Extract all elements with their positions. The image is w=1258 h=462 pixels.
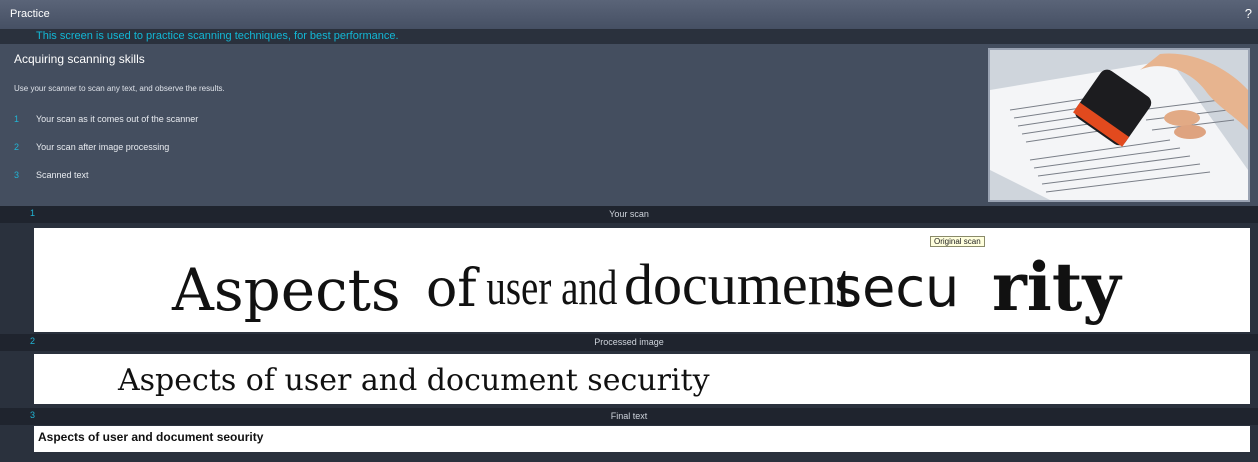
section-header-final: 3 Final text bbox=[0, 408, 1258, 425]
section-label: Processed image bbox=[594, 337, 664, 347]
info-panel: Acquiring scanning skills Use your scann… bbox=[0, 44, 1258, 206]
original-scan-tooltip: Original scan bbox=[930, 236, 985, 247]
step-item: 1 Your scan as it comes out of the scanne… bbox=[14, 114, 198, 124]
window-title: Practice bbox=[10, 8, 50, 20]
scan-word: document bbox=[624, 252, 853, 317]
original-scan-view: Aspects of user and document secu rity O… bbox=[34, 228, 1250, 332]
step-label: Your scan after image processing bbox=[36, 142, 170, 152]
section-header-scan: 1 Your scan bbox=[0, 206, 1258, 223]
processed-image-view: Aspects of user and document security bbox=[34, 354, 1250, 404]
title-bar: Practice ? bbox=[0, 0, 1258, 30]
subtitle-text: This screen is used to practice scanning… bbox=[36, 30, 399, 42]
step-label: Your scan as it comes out of the scanner bbox=[36, 114, 199, 124]
scan-word: secu bbox=[834, 256, 959, 319]
step-label: Scanned text bbox=[36, 170, 89, 180]
section-label: Your scan bbox=[609, 209, 649, 219]
scanner-illustration bbox=[988, 48, 1250, 202]
scan-word: Aspects bbox=[171, 256, 401, 324]
section-label: Final text bbox=[610, 411, 648, 421]
section-header-processed: 2 Processed image bbox=[0, 334, 1258, 351]
final-text-box[interactable]: Aspects of user and document seourity bbox=[34, 426, 1250, 452]
scan-word: of bbox=[426, 259, 480, 319]
final-text: Aspects of user and document seourity bbox=[38, 430, 264, 444]
step-number: 1 bbox=[14, 114, 20, 124]
step-item: 2 Your scan after image processing bbox=[14, 142, 169, 152]
processed-text: Aspects of user and document security bbox=[117, 363, 710, 398]
scan-word: rity bbox=[992, 248, 1122, 326]
help-button[interactable]: ? bbox=[1245, 6, 1252, 21]
step-item: 3 Scanned text bbox=[14, 170, 89, 180]
info-heading: Acquiring scanning skills bbox=[14, 52, 145, 66]
step-number: 2 bbox=[14, 142, 20, 152]
scan-word: user and bbox=[486, 259, 617, 315]
step-number: 3 bbox=[14, 170, 20, 180]
info-description: Use your scanner to scan any text, and o… bbox=[14, 84, 225, 93]
subtitle-bar: This screen is used to practice scanning… bbox=[0, 30, 1258, 44]
